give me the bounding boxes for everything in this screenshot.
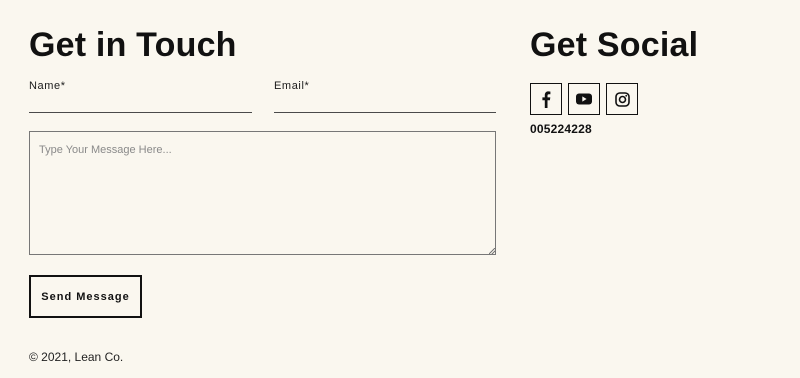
facebook-icon — [541, 90, 551, 108]
name-label: Name* — [29, 80, 66, 92]
email-input[interactable] — [274, 94, 496, 113]
resize-handle-icon[interactable] — [489, 248, 495, 254]
footer-copyright: © 2021, Lean Co. — [29, 350, 124, 364]
email-label: Email* — [274, 80, 310, 92]
instagram-icon — [614, 91, 630, 107]
message-textarea[interactable] — [29, 131, 496, 255]
name-input[interactable] — [29, 94, 252, 113]
phone-number: 005224228 — [530, 122, 592, 136]
youtube-icon — [576, 93, 592, 105]
contact-heading: Get in Touch — [29, 26, 237, 64]
social-heading: Get Social — [530, 26, 699, 64]
facebook-link[interactable] — [530, 83, 562, 115]
instagram-link[interactable] — [606, 83, 638, 115]
social-links — [530, 83, 638, 115]
send-message-button[interactable]: Send Message — [29, 275, 142, 318]
youtube-link[interactable] — [568, 83, 600, 115]
